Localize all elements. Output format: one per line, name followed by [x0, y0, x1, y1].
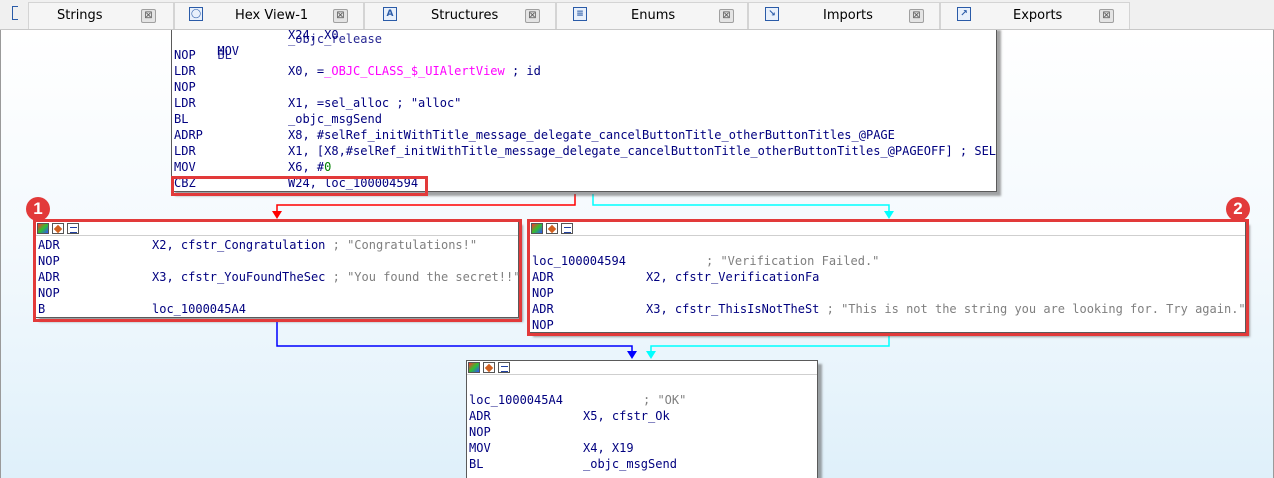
asm-line[interactable]: LDR: [174, 143, 196, 159]
asm-line[interactable]: MOV: [174, 159, 196, 175]
tab-label: Exports: [1013, 8, 1063, 23]
tab-label: Imports: [823, 8, 873, 23]
edge-arrowhead: [884, 211, 894, 219]
asm-operand: X3, cfstr_ThisIsNotTheSt ; "This is not …: [646, 302, 1246, 316]
asm-operand: X1, =sel_alloc ; "alloc": [288, 96, 462, 110]
code-block-success[interactable]: ADR X2, cfstr_Congratulation ; "Congratu…: [35, 221, 521, 318]
asm-label[interactable]: loc_100004594: [532, 253, 626, 269]
asm-line[interactable]: ADR: [532, 269, 554, 285]
asm-operand: X2, cfstr_VerificationFa: [646, 270, 820, 284]
asm-line[interactable]: ADR: [38, 237, 60, 253]
edge-fallthrough: [650, 333, 890, 352]
annotation-badge-1: 1: [26, 197, 50, 221]
asm-line[interactable]: NOP: [174, 79, 196, 95]
structures-icon: A: [383, 7, 397, 21]
asm-line[interactable]: NOP: [469, 424, 491, 440]
group-icon[interactable]: [498, 362, 510, 373]
asm-operand: X1, [X8,#selRef_initWithTitle_message_de…: [288, 144, 997, 158]
hex-view-icon: ◯: [189, 7, 203, 21]
annotation-badge-2: 2: [1226, 197, 1250, 221]
edge-false-branch: [276, 194, 576, 212]
edge-arrowhead: [646, 351, 656, 359]
edge-true-branch: [592, 194, 890, 212]
imports-icon: ↘: [765, 7, 779, 21]
asm-operand: X3, cfstr_YouFoundTheSec ; "You found th…: [152, 270, 521, 284]
color-icon[interactable]: [468, 362, 480, 373]
asm-line[interactable]: B: [38, 301, 45, 317]
asm-operand: X2, cfstr_Congratulation ; "Congratulati…: [152, 238, 478, 252]
tab-label: Structures: [431, 8, 499, 23]
asm-line[interactable]: NOP: [174, 47, 196, 63]
tab-imports[interactable]: ↘ Imports ⊠: [748, 2, 940, 29]
group-icon[interactable]: [67, 223, 79, 234]
close-icon[interactable]: ⊠: [719, 9, 734, 23]
tab-exports[interactable]: ↗ Exports ⊠: [940, 2, 1130, 29]
asm-line[interactable]: CBZ: [174, 175, 196, 191]
code-block-top[interactable]: MOV BL X24, X0 _objc_release NOP LDR X0,…: [171, 30, 997, 192]
asm-line[interactable]: NOP: [532, 285, 554, 301]
asm-operand: _objc_msgSend: [583, 457, 677, 471]
edge-arrowhead: [627, 351, 637, 359]
close-icon[interactable]: ⊠: [141, 9, 156, 23]
asm-line[interactable]: ADR: [38, 269, 60, 285]
exports-icon: ↗: [957, 7, 971, 21]
tab-label: Enums: [631, 8, 676, 23]
close-icon[interactable]: ⊠: [909, 9, 924, 23]
enums-icon: ≡: [573, 7, 587, 21]
edit-icon[interactable]: [483, 362, 495, 373]
asm-line[interactable]: NOP: [532, 317, 554, 333]
asm-line[interactable]: ADRP: [174, 127, 203, 143]
asm-line[interactable]: LDR: [174, 63, 196, 79]
asm-line[interactable]: ADR: [532, 301, 554, 317]
tab-label: Hex View-1: [235, 8, 309, 23]
asm-line[interactable]: LDR: [174, 95, 196, 111]
tab-label: Strings: [57, 8, 103, 23]
asm-operand: loc_1000045A4: [152, 302, 246, 316]
code-block-alert[interactable]: loc_1000045A4 ; "OK" ADR X5, cfstr_Ok NO…: [466, 360, 818, 478]
asm-operand: X4, X19: [583, 441, 634, 455]
asm-line[interactable]: NOP: [38, 285, 60, 301]
tab-bar: Strings ⊠ ◯ Hex View-1 ⊠ A Structures ⊠ …: [0, 0, 1274, 30]
block-header: [530, 222, 1245, 236]
asm-operand: W24, loc_100004594: [288, 176, 419, 190]
asm-operand: X5, cfstr_Ok: [583, 409, 670, 423]
code-block-failure[interactable]: loc_100004594 ; "Verification Failed." A…: [529, 221, 1246, 333]
asm-label[interactable]: loc_1000045A4: [469, 392, 563, 408]
close-icon[interactable]: ⊠: [1099, 9, 1114, 23]
asm-operand-overlap: _objc_release: [288, 32, 382, 46]
asm-operand: _objc_msgSend: [288, 112, 382, 126]
asm-line[interactable]: ADR: [469, 408, 491, 424]
tab-hex-view[interactable]: ◯ Hex View-1 ⊠: [174, 2, 364, 29]
asm-operand: X8, #selRef_initWithTitle_message_delega…: [288, 128, 895, 142]
edge-arrowhead: [272, 211, 282, 219]
close-icon[interactable]: ⊠: [525, 9, 540, 23]
tab-structures[interactable]: A Structures ⊠: [364, 2, 556, 29]
block-header: [36, 222, 518, 236]
asm-operand: X6, #0: [288, 160, 332, 174]
asm-line[interactable]: BL: [469, 456, 483, 472]
color-icon[interactable]: [531, 223, 543, 234]
asm-line-overlap: BL: [217, 48, 232, 62]
asm-line[interactable]: BL: [174, 111, 188, 127]
block-header: [467, 361, 817, 375]
tab-overflow-icon[interactable]: [12, 6, 18, 20]
close-icon[interactable]: ⊠: [333, 9, 348, 23]
asm-operand: X0, =_OBJC_CLASS_$_UIAlertView ; id: [288, 64, 541, 78]
tab-enums[interactable]: ≡ Enums ⊠: [556, 2, 748, 29]
tab-strings[interactable]: Strings ⊠: [28, 2, 174, 29]
edit-icon[interactable]: [546, 223, 558, 234]
asm-line[interactable]: MOV: [469, 440, 491, 456]
graph-view[interactable]: MOV BL X24, X0 _objc_release NOP LDR X0,…: [0, 30, 1274, 478]
asm-line[interactable]: NOP: [38, 253, 60, 269]
group-icon[interactable]: [561, 223, 573, 234]
edit-icon[interactable]: [52, 223, 64, 234]
color-icon[interactable]: [37, 223, 49, 234]
asm-comment: ; "Verification Failed.": [706, 254, 880, 268]
asm-comment: ; "OK": [643, 393, 687, 407]
